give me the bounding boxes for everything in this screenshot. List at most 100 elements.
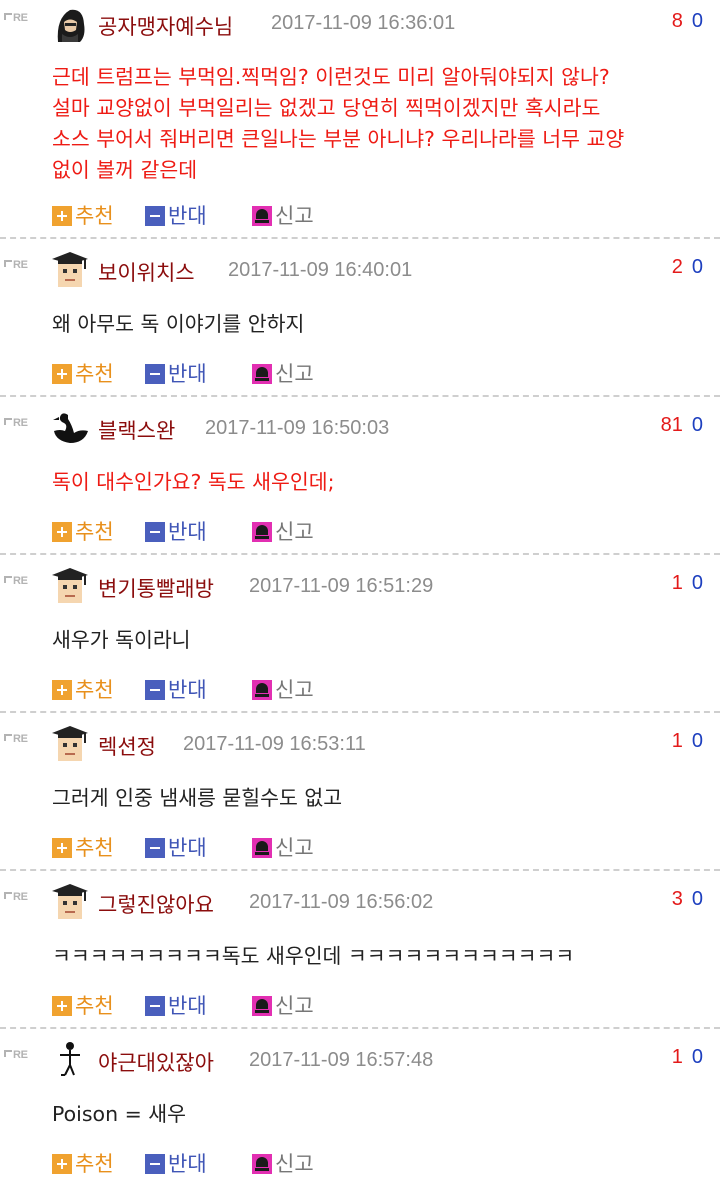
- report-label: 신고: [275, 520, 314, 544]
- plus-icon: [52, 1154, 72, 1174]
- upvote-count: 1: [671, 730, 683, 752]
- comment-author[interactable]: 공자맹자예수님: [98, 11, 233, 41]
- report-button[interactable]: 신고: [252, 1148, 314, 1178]
- comment-text: Poison = 새우: [52, 1102, 187, 1126]
- vote-count: 81 0: [661, 414, 703, 437]
- report-button[interactable]: 신고: [252, 200, 314, 230]
- report-button[interactable]: 신고: [252, 674, 314, 704]
- report-label: 신고: [275, 362, 314, 386]
- minus-icon: [145, 996, 165, 1016]
- oppose-button[interactable]: 반대: [145, 832, 207, 862]
- recommend-label: 추천: [75, 678, 114, 702]
- reply-marker-label: RE: [13, 1049, 28, 1061]
- comment-author[interactable]: 보이위치스: [98, 257, 195, 287]
- downvote-count: 0: [691, 256, 703, 278]
- oppose-label: 반대: [168, 678, 207, 702]
- oppose-button[interactable]: 반대: [145, 516, 207, 546]
- reply-marker: RE: [4, 575, 34, 587]
- report-button[interactable]: 신고: [252, 832, 314, 862]
- vote-count: 10: [672, 572, 703, 595]
- recommend-button[interactable]: 추천: [52, 200, 114, 230]
- upvote-count: 3: [671, 888, 683, 910]
- comment-text: 독이 대수인가요? 독도 새우인데;: [52, 470, 335, 494]
- report-button[interactable]: 신고: [252, 516, 314, 546]
- reply-arrow-icon: [4, 1050, 12, 1057]
- reply-marker-label: RE: [13, 575, 28, 587]
- oppose-button[interactable]: 반대: [145, 1148, 207, 1178]
- oppose-label: 반대: [168, 836, 207, 860]
- recommend-button[interactable]: 추천: [52, 832, 114, 862]
- comment-item: RE 보이위치스 2017-11-09 16:40:01 20 왜 아무도 독 …: [0, 239, 720, 397]
- vote-count: 20: [672, 256, 703, 279]
- siren-icon: [252, 206, 272, 226]
- comment-author[interactable]: 렉션정: [98, 731, 156, 761]
- minus-icon: [145, 838, 165, 858]
- minus-icon: [145, 1154, 165, 1174]
- recommend-label: 추천: [75, 204, 114, 228]
- comment-date: 2017-11-09 16:36:01: [271, 12, 456, 34]
- graduate-cap-avatar: [52, 884, 88, 919]
- downvote-count: 0: [691, 572, 703, 594]
- recommend-button[interactable]: 추천: [52, 516, 114, 546]
- report-label: 신고: [275, 678, 314, 702]
- oppose-button[interactable]: 반대: [145, 990, 207, 1020]
- plus-icon: [52, 838, 72, 858]
- vote-count: 10: [672, 730, 703, 753]
- comment-author[interactable]: 변기통빨래방: [98, 573, 214, 603]
- comment-author[interactable]: 블랙스완: [98, 415, 175, 445]
- oppose-label: 반대: [168, 1152, 207, 1176]
- black-swan-avatar: [53, 413, 88, 443]
- graduate-cap-avatar: [52, 252, 88, 287]
- comment-item: RE 블랙스완 2017-11-09 16:50:03 81 0 독이 대수인가요…: [0, 397, 720, 555]
- oppose-button[interactable]: 반대: [145, 358, 207, 388]
- plus-icon: [52, 522, 72, 542]
- reply-arrow-icon: [4, 13, 12, 20]
- recommend-button[interactable]: 추천: [52, 1148, 114, 1178]
- vote-count: 80: [672, 10, 703, 33]
- siren-icon: [252, 364, 272, 384]
- comment-date: 2017-11-09 16:40:01: [228, 259, 413, 281]
- comment-text: 그러게 인중 냄새릉 묻힐수도 없고: [52, 786, 343, 810]
- comment-text: ㅋㅋㅋㅋㅋㅋㅋㅋㅋ독도 새우인데 ㅋㅋㅋㅋㅋㅋㅋㅋㅋㅋㅋㅋ: [52, 944, 575, 968]
- report-button[interactable]: 신고: [252, 990, 314, 1020]
- recommend-label: 추천: [75, 362, 114, 386]
- recommend-button[interactable]: 추천: [52, 674, 114, 704]
- reply-arrow-icon: [4, 260, 12, 267]
- reply-marker: RE: [4, 1049, 34, 1061]
- oppose-label: 반대: [168, 362, 207, 386]
- reply-marker: RE: [4, 12, 34, 24]
- comment-date: 2017-11-09 16:51:29: [249, 575, 434, 597]
- downvote-count: 0: [691, 730, 703, 752]
- oppose-button[interactable]: 반대: [145, 674, 207, 704]
- siren-icon: [252, 522, 272, 542]
- vote-count: 10: [672, 1046, 703, 1069]
- minus-icon: [145, 206, 165, 226]
- downvote-count: 0: [691, 10, 703, 32]
- reply-marker: RE: [4, 891, 34, 903]
- oppose-button[interactable]: 반대: [145, 200, 207, 230]
- comment-item: RE 그렇진않아요 2017-11-09 16:56:02 30 ㅋㅋㅋㅋㅋㅋㅋ…: [0, 871, 720, 1029]
- downvote-count: 0: [691, 1046, 703, 1068]
- comment-date: 2017-11-09 16:50:03: [205, 417, 390, 439]
- recommend-label: 추천: [75, 520, 114, 544]
- comment-item: RE 렉션정 2017-11-09 16:53:11 10 그러게 인중 냄새릉…: [0, 713, 720, 871]
- recommend-button[interactable]: 추천: [52, 990, 114, 1020]
- reply-marker-label: RE: [13, 417, 28, 429]
- report-button[interactable]: 신고: [252, 358, 314, 388]
- report-label: 신고: [275, 836, 314, 860]
- minus-icon: [145, 680, 165, 700]
- comment-author[interactable]: 그렇진않아요: [98, 889, 214, 919]
- minus-icon: [145, 522, 165, 542]
- reply-marker-label: RE: [13, 733, 28, 745]
- recommend-button[interactable]: 추천: [52, 358, 114, 388]
- upvote-count: 81: [660, 414, 683, 436]
- oppose-label: 반대: [168, 994, 207, 1018]
- upvote-count: 1: [671, 572, 683, 594]
- reply-marker-label: RE: [13, 259, 28, 271]
- comment-author[interactable]: 야근대있잖아: [98, 1047, 214, 1077]
- vote-count: 30: [672, 888, 703, 911]
- graduate-cap-avatar: [52, 568, 88, 603]
- downvote-count: 0: [691, 414, 703, 436]
- downvote-count: 0: [691, 888, 703, 910]
- report-label: 신고: [275, 204, 314, 228]
